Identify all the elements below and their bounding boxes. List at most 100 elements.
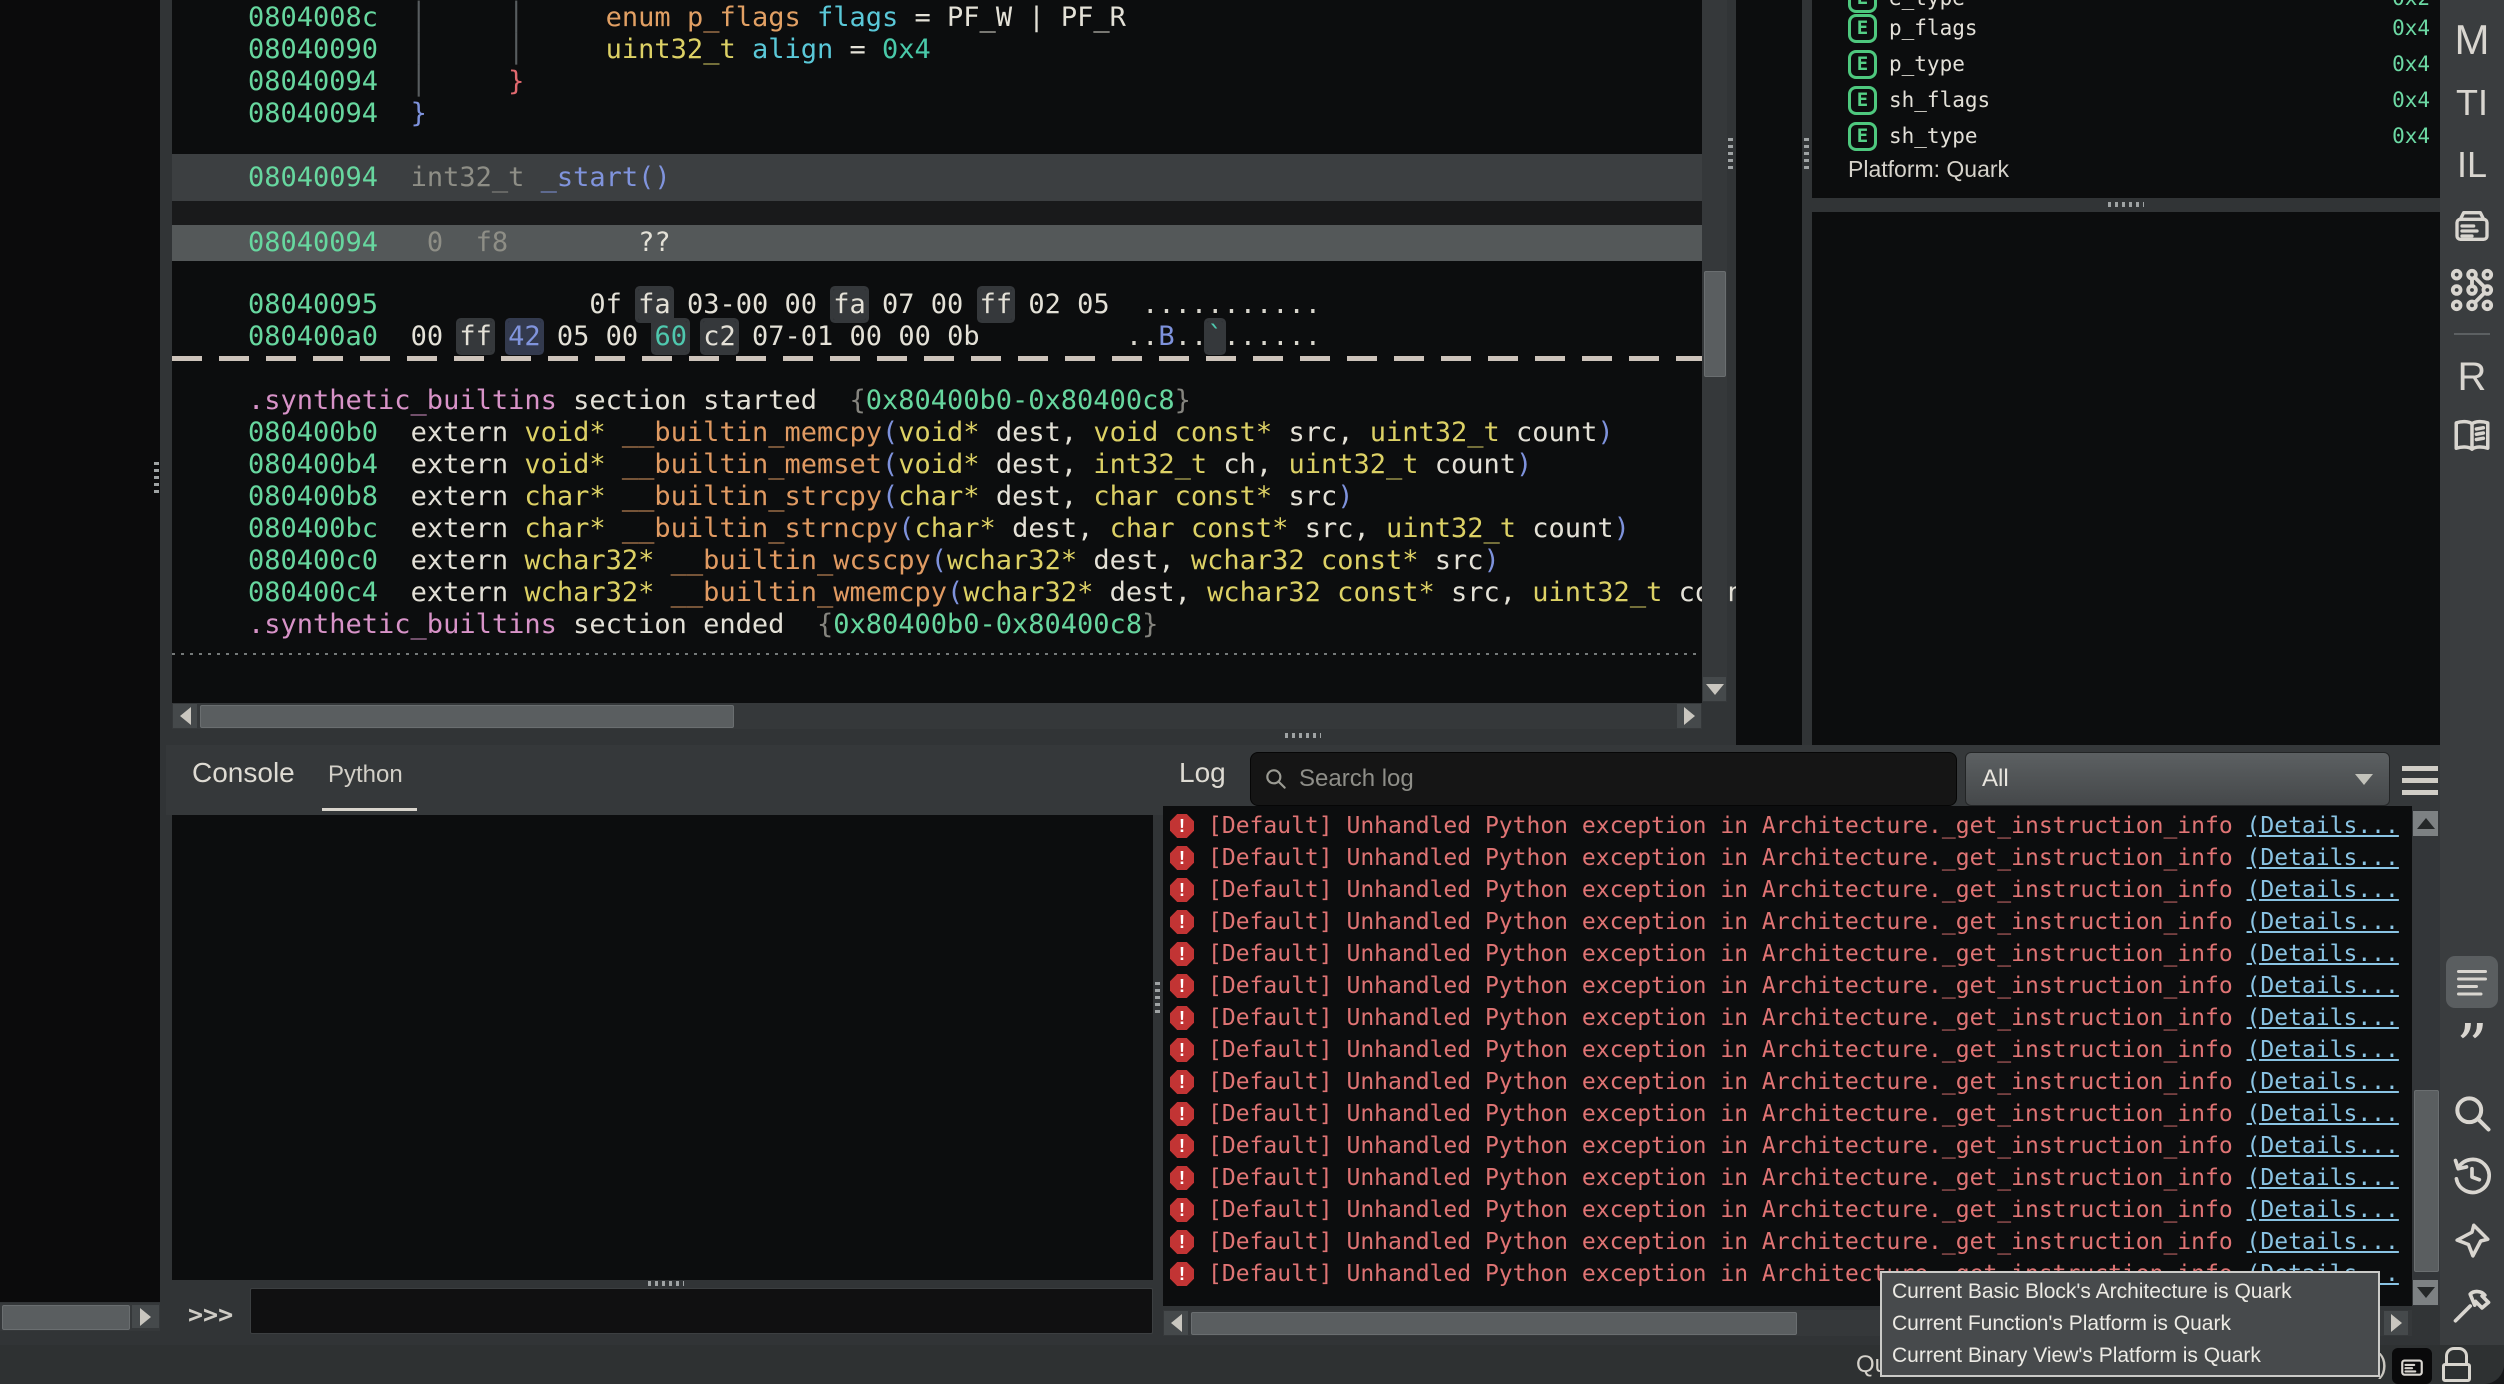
splitter-handle[interactable]	[1728, 138, 1733, 172]
type-row-sh_flags[interactable]: Esh_flags0x4	[1812, 82, 2440, 118]
struct-line[interactable]: 08040090 │ │ uint32_t align = 0x4	[248, 34, 931, 66]
sidebar-mlil-button[interactable]: M	[2440, 14, 2504, 66]
log-hscroll-thumb[interactable]	[1191, 1312, 1797, 1335]
code-hscroll-right-button[interactable]	[1677, 704, 1701, 728]
log-row[interactable]: ![Default] Unhandled Python exception in…	[1170, 1002, 2399, 1034]
code-vscroll-thumb[interactable]	[1704, 271, 1726, 377]
log-row[interactable]: ![Default] Unhandled Python exception in…	[1170, 1098, 2399, 1130]
details-link[interactable]: (Details...	[2247, 1165, 2399, 1191]
log-row[interactable]: ![Default] Unhandled Python exception in…	[1170, 1226, 2399, 1258]
struct-line[interactable]: 08040094 }	[248, 98, 427, 130]
struct-line[interactable]: 0804008c │ │ enum p_flags flags = PF_W |…	[248, 2, 1126, 34]
log-vscroll-down-button[interactable]	[2413, 1280, 2438, 1305]
extern-line[interactable]: 080400c0 extern wchar32* __builtin_wcscp…	[248, 545, 1500, 577]
bottom-splitter-handle[interactable]	[1285, 733, 1321, 738]
log-hscroll-right-button[interactable]	[2384, 1311, 2408, 1335]
left-pane-hscroll-right-button[interactable]	[132, 1305, 159, 1328]
section-line[interactable]: .synthetic_builtins section started {0x8…	[248, 385, 1191, 417]
log-row[interactable]: ![Default] Unhandled Python exception in…	[1170, 1194, 2399, 1226]
struct-line[interactable]: 08040094 │ }	[248, 66, 524, 98]
right-panel-splitter-handle[interactable]	[2108, 202, 2144, 207]
details-link[interactable]: (Details...	[2247, 1037, 2399, 1063]
left-pane-hscrollbar[interactable]	[0, 1303, 160, 1331]
left-pane-hscroll-thumb[interactable]	[2, 1305, 130, 1330]
splitter-handle[interactable]	[1804, 138, 1809, 172]
details-link[interactable]: (Details...	[2247, 1101, 2399, 1127]
code-hscroll-thumb[interactable]	[200, 705, 734, 728]
sidebar-il-button[interactable]: IL	[2440, 142, 2504, 188]
sidebar-log-button-active[interactable]	[2446, 956, 2498, 1008]
details-link[interactable]: (Details...	[2247, 1069, 2399, 1095]
extern-line[interactable]: 080400b4 extern void* __builtin_memset(v…	[248, 449, 1532, 481]
types-list-panel[interactable]: Ee_type0x2Ep_flags0x4Ep_type0x4Esh_flags…	[1812, 0, 2440, 745]
console-input-splitter-handle[interactable]	[648, 1281, 684, 1286]
log-menu-button[interactable]	[2402, 766, 2438, 795]
log-row[interactable]: ![Default] Unhandled Python exception in…	[1170, 874, 2399, 906]
code-lines: 0804008c │ │ enum p_flags flags = PF_W |…	[248, 0, 1702, 700]
console-log-splitter-handle[interactable]	[1155, 982, 1160, 1016]
extern-line[interactable]: 080400b0 extern void* __builtin_memcpy(v…	[248, 417, 1614, 449]
code-vscroll-down-button[interactable]	[1703, 677, 1726, 701]
archive-status-icon[interactable]	[2392, 1348, 2432, 1384]
python-console-input[interactable]	[250, 1288, 1153, 1334]
sidebar-build-button[interactable]	[2440, 1282, 2504, 1332]
log-row[interactable]: ![Default] Unhandled Python exception in…	[1170, 906, 2399, 938]
details-link[interactable]: (Details...	[2247, 877, 2399, 903]
log-filter-dropdown[interactable]: All	[1965, 752, 2390, 806]
function-header-line[interactable]: 08040094 int32_t _start()	[248, 162, 671, 194]
code-hscroll-left-button[interactable]	[173, 704, 197, 728]
sidebar-register-button[interactable]: R	[2440, 352, 2504, 402]
sidebar-minigraph-button[interactable]	[2440, 264, 2504, 316]
log-vscroll-thumb[interactable]	[2414, 1090, 2439, 1272]
log-row[interactable]: ![Default] Unhandled Python exception in…	[1170, 938, 2399, 970]
tab-python[interactable]: Python	[328, 761, 403, 789]
sidebar-stack-button[interactable]	[2440, 203, 2504, 249]
details-link[interactable]: (Details...	[2247, 909, 2399, 935]
log-row[interactable]: ![Default] Unhandled Python exception in…	[1170, 842, 2399, 874]
log-row[interactable]: ![Default] Unhandled Python exception in…	[1170, 970, 2399, 1002]
python-console-output[interactable]	[172, 815, 1153, 1280]
log-hscroll-left-button[interactable]	[1164, 1311, 1188, 1335]
type-size: 0x4	[2392, 124, 2430, 148]
sidebar-find-button[interactable]	[2440, 1088, 2504, 1138]
log-row[interactable]: ![Default] Unhandled Python exception in…	[1170, 1034, 2399, 1066]
selected-instruction-line[interactable]: 08040094 0 f8 ??	[248, 227, 671, 259]
extern-line[interactable]: 080400b8 extern char* __builtin_strcpy(c…	[248, 481, 1353, 513]
history-clock-icon	[2450, 1155, 2494, 1199]
sidebar-tag-button[interactable]	[2440, 1216, 2504, 1266]
details-link[interactable]: (Details...	[2247, 1229, 2399, 1255]
details-link[interactable]: (Details...	[2247, 845, 2399, 871]
extern-line[interactable]: 080400bc extern char* __builtin_strncpy(…	[248, 513, 1630, 545]
hex-line[interactable]: 080400a0 00 ff 42 05 00 60 c2 07-01 00 0…	[248, 321, 1321, 353]
details-link[interactable]: (Details...	[2247, 1005, 2399, 1031]
lock-icon[interactable]	[2442, 1347, 2471, 1382]
code-vscrollbar[interactable]	[1702, 0, 1727, 702]
details-link[interactable]: (Details...	[2247, 1197, 2399, 1223]
section-line[interactable]: .synthetic_builtins section ended {0x804…	[248, 609, 1158, 641]
type-name: sh_type	[1889, 124, 1978, 148]
code-hscrollbar[interactable]	[172, 703, 1702, 729]
sidebar-type-inspector-button[interactable]: TI	[2440, 80, 2504, 126]
sidebar-comments-button[interactable]: ”	[2440, 1022, 2504, 1072]
log-vscroll-up-button[interactable]	[2413, 811, 2438, 836]
log-row[interactable]: ![Default] Unhandled Python exception in…	[1170, 1066, 2399, 1098]
log-search-input[interactable]: Search log	[1250, 752, 1957, 806]
details-link[interactable]: (Details...	[2247, 973, 2399, 999]
log-row[interactable]: ![Default] Unhandled Python exception in…	[1170, 1162, 2399, 1194]
sidebar-docs-button[interactable]	[2440, 412, 2504, 460]
type-row-p_type[interactable]: Ep_type0x4	[1812, 46, 2440, 82]
left-splitter-handle[interactable]	[154, 462, 159, 496]
hex-line[interactable]: 08040095 0f fa 03-00 00 fa 07 00 ff 02 0…	[248, 289, 1321, 321]
type-row-p_flags[interactable]: Ep_flags0x4	[1812, 10, 2440, 46]
details-link[interactable]: (Details...	[2247, 941, 2399, 967]
sidebar-history-button[interactable]	[2440, 1152, 2504, 1202]
details-link[interactable]: (Details...	[2247, 1133, 2399, 1159]
details-link[interactable]: (Details...	[2247, 813, 2399, 839]
log-vscrollbar[interactable]	[2412, 810, 2440, 1306]
error-octagon-icon: !	[1170, 1006, 1194, 1030]
extern-line[interactable]: 080400c4 extern wchar32* __builtin_wmemc…	[248, 577, 1776, 609]
log-row[interactable]: ![Default] Unhandled Python exception in…	[1170, 1130, 2399, 1162]
log-row[interactable]: ![Default] Unhandled Python exception in…	[1170, 810, 2399, 842]
log-output-pane[interactable]: ![Default] Unhandled Python exception in…	[1163, 806, 2412, 1306]
type-row-sh_type[interactable]: Esh_type0x4	[1812, 118, 2440, 154]
